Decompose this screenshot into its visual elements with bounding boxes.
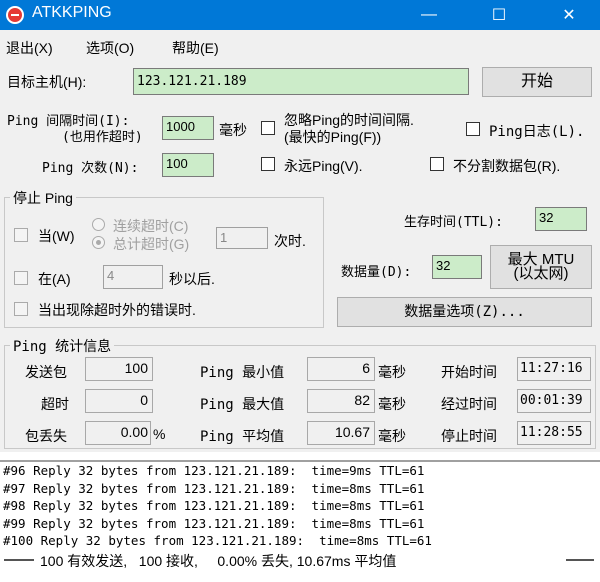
start-button[interactable]: 开始 bbox=[482, 67, 592, 97]
data-size-label: 数据量(D): bbox=[341, 265, 412, 280]
log-line: #99 Reply 32 bytes from 123.121.21.189: … bbox=[3, 515, 425, 531]
stop-time-label: 停止时间 bbox=[441, 428, 497, 444]
menu-exit[interactable]: 退出(X) bbox=[6, 38, 53, 58]
avg-value: 10.67 bbox=[307, 421, 375, 445]
elapsed-time-label: 经过时间 bbox=[441, 396, 497, 412]
avg-unit: 毫秒 bbox=[378, 428, 406, 444]
start-time-value: 11:27:16 bbox=[517, 357, 591, 381]
maximize-button[interactable]: ☐ bbox=[476, 0, 522, 30]
ttl-input[interactable]: 32 bbox=[535, 207, 587, 231]
loss-value: 0.00 bbox=[85, 421, 151, 445]
summary-left-rule bbox=[4, 558, 34, 561]
no-fragment-label: 不分割数据包(R). bbox=[453, 158, 561, 174]
stop-at-label: 在(A) bbox=[38, 271, 71, 287]
ping-log-output[interactable]: #96 Reply 32 bytes from 123.121.21.189: … bbox=[0, 460, 600, 578]
target-host-input[interactable]: 123.121.21.189 bbox=[133, 68, 469, 95]
timeout-label: 超时 bbox=[41, 396, 69, 412]
log-line: #100 Reply 32 bytes from 123.121.21.189:… bbox=[3, 533, 432, 549]
total-timeout-label: 总计超时(G) bbox=[113, 236, 190, 252]
timeout-count-input[interactable]: 1 bbox=[216, 227, 268, 249]
window-title: ATKKPING bbox=[32, 4, 112, 21]
interval-label-sub: (也用作超时) bbox=[62, 130, 143, 145]
count-label: Ping 次数(N): bbox=[42, 161, 139, 176]
max-value: 82 bbox=[307, 389, 375, 413]
stop-on-error-checkbox[interactable] bbox=[14, 302, 28, 316]
times-unit-label: 次时. bbox=[274, 233, 306, 249]
forever-checkbox[interactable] bbox=[261, 157, 275, 171]
max-label: Ping 最大值 bbox=[200, 397, 285, 413]
ignore-interval-sub: (最快的Ping(F)) bbox=[284, 129, 382, 145]
timeout-value: 0 bbox=[85, 389, 153, 413]
summary-row: 100 有效发送, 100 接收, 0.00% 丢失, 10.67ms 平均值 bbox=[0, 550, 600, 570]
menu-options[interactable]: 选项(O) bbox=[86, 38, 134, 58]
ignore-interval-checkbox[interactable] bbox=[261, 121, 275, 135]
min-label: Ping 最小值 bbox=[200, 365, 285, 381]
max-mtu-button[interactable]: 最大 MTU (以太网) bbox=[490, 245, 592, 289]
ping-log-label: Ping日志(L). bbox=[489, 124, 585, 140]
no-fragment-checkbox[interactable] bbox=[430, 157, 444, 171]
minimize-button[interactable]: — bbox=[406, 0, 452, 30]
loss-unit: % bbox=[153, 426, 166, 442]
summary-line: 100 有效发送, 100 接收, 0.00% 丢失, 10.67ms 平均值 bbox=[40, 552, 397, 569]
interval-unit: 毫秒 bbox=[219, 122, 247, 138]
loss-label: 包丢失 bbox=[25, 428, 67, 444]
count-input[interactable]: 100 bbox=[162, 153, 214, 177]
seconds-unit-label: 秒以后. bbox=[169, 271, 215, 287]
menu-help[interactable]: 帮助(E) bbox=[172, 38, 219, 58]
stop-on-error-label: 当出现除超时外的错误时. bbox=[38, 302, 196, 318]
data-options-button[interactable]: 数据量选项(Z)... bbox=[337, 297, 592, 327]
start-time-label: 开始时间 bbox=[441, 364, 497, 380]
stop-when-checkbox[interactable] bbox=[14, 228, 28, 242]
ttl-label: 生存时间(TTL): bbox=[404, 215, 503, 230]
max-unit: 毫秒 bbox=[378, 396, 406, 412]
log-line: #98 Reply 32 bytes from 123.121.21.189: … bbox=[3, 498, 425, 514]
settings-panel: 目标主机(H): 123.121.21.189 开始 Ping 间隔时间(I):… bbox=[0, 60, 600, 452]
stop-ping-title: 停止 Ping bbox=[10, 188, 76, 208]
stop-at-checkbox[interactable] bbox=[14, 271, 28, 285]
avg-label: Ping 平均值 bbox=[200, 429, 285, 445]
stop-when-label: 当(W) bbox=[38, 228, 75, 244]
consecutive-timeout-label: 连续超时(C) bbox=[113, 218, 189, 234]
stats-title: Ping 统计信息 bbox=[10, 336, 115, 356]
target-host-label: 目标主机(H): bbox=[7, 74, 87, 90]
total-timeout-radio[interactable] bbox=[92, 236, 105, 249]
sent-label: 发送包 bbox=[25, 364, 67, 380]
max-mtu-line2: (以太网) bbox=[513, 265, 569, 282]
log-line: #97 Reply 32 bytes from 123.121.21.189: … bbox=[3, 480, 425, 496]
title-bar: ATKKPING — ☐ ✕ bbox=[0, 0, 600, 30]
min-unit: 毫秒 bbox=[378, 364, 406, 380]
summary-right-rule bbox=[566, 558, 594, 561]
stop-time-value: 11:28:55 bbox=[517, 421, 591, 445]
log-line: #96 Reply 32 bytes from 123.121.21.189: … bbox=[3, 463, 425, 478]
forever-label: 永远Ping(V). bbox=[284, 158, 363, 174]
app-logo-icon bbox=[6, 6, 24, 24]
interval-input[interactable]: 1000 bbox=[162, 116, 214, 140]
elapsed-time-value: 00:01:39 bbox=[517, 389, 591, 413]
menu-bar: 退出(X) 选项(O) 帮助(E) bbox=[0, 30, 600, 60]
data-size-input[interactable]: 32 bbox=[432, 255, 482, 279]
close-button[interactable]: ✕ bbox=[546, 0, 592, 30]
stop-seconds-input[interactable]: 4 bbox=[103, 265, 163, 289]
ping-log-checkbox[interactable] bbox=[466, 122, 480, 136]
min-value: 6 bbox=[307, 357, 375, 381]
sent-value: 100 bbox=[85, 357, 153, 381]
consecutive-timeout-radio[interactable] bbox=[92, 218, 105, 231]
